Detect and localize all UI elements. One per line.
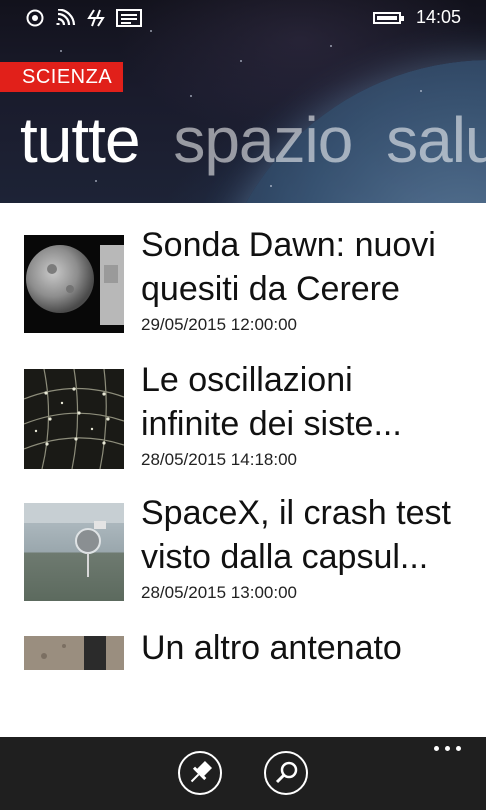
fossil-thumbnail	[24, 636, 124, 670]
status-time: 14:05	[415, 7, 461, 27]
news-title: Le oscillazioni	[141, 361, 353, 399]
news-title: quesiti da Cerere	[141, 270, 400, 308]
news-item[interactable]: Le oscillazioni infinite dei siste... 28…	[0, 361, 486, 476]
news-title: Un altro antenato	[141, 629, 402, 667]
news-title: Sonda Dawn: nuovi	[141, 226, 436, 264]
ceres-thumbnail	[24, 235, 124, 333]
pivot-item-salute[interactable]: salu	[386, 100, 486, 180]
status-bar: 14:05	[0, 0, 486, 36]
header-panorama: 14:05 SCIENZA tutte spazio salu	[0, 0, 486, 203]
search-icon	[275, 761, 298, 784]
news-item[interactable]: Sonda Dawn: nuovi quesiti da Cerere 29/0…	[0, 226, 486, 341]
search-button[interactable]	[264, 751, 308, 795]
news-item[interactable]: Un altro antenato	[0, 629, 486, 692]
location-icon	[26, 9, 44, 27]
section-label: SCIENZA	[0, 62, 123, 92]
more-icon[interactable]	[434, 743, 464, 753]
news-item[interactable]: SpaceX, il crash test visto dalla capsul…	[0, 494, 486, 609]
news-title: visto dalla capsul...	[141, 538, 429, 576]
pivot-headers: tutte spazio salu	[20, 100, 486, 180]
news-date: 28/05/2015 14:18:00	[141, 450, 297, 469]
battery-icon	[373, 12, 404, 24]
pin-button[interactable]	[178, 751, 222, 795]
news-date: 29/05/2015 12:00:00	[141, 315, 297, 334]
pivot-item-tutte[interactable]: tutte	[20, 100, 141, 180]
news-title: infinite dei siste...	[141, 405, 402, 443]
data-sync-icon	[87, 9, 105, 27]
message-icon	[116, 9, 142, 27]
news-date: 28/05/2015 13:00:00	[141, 583, 297, 602]
capsule-thumbnail	[24, 503, 124, 601]
pin-icon	[190, 760, 213, 783]
news-list: Sonda Dawn: nuovi quesiti da Cerere 29/0…	[0, 203, 486, 735]
dew-web-thumbnail	[24, 369, 124, 469]
wifi-icon	[56, 9, 76, 26]
pivot-item-spazio[interactable]: spazio	[173, 100, 353, 180]
news-title: SpaceX, il crash test	[141, 494, 451, 532]
app-bar	[0, 737, 486, 810]
